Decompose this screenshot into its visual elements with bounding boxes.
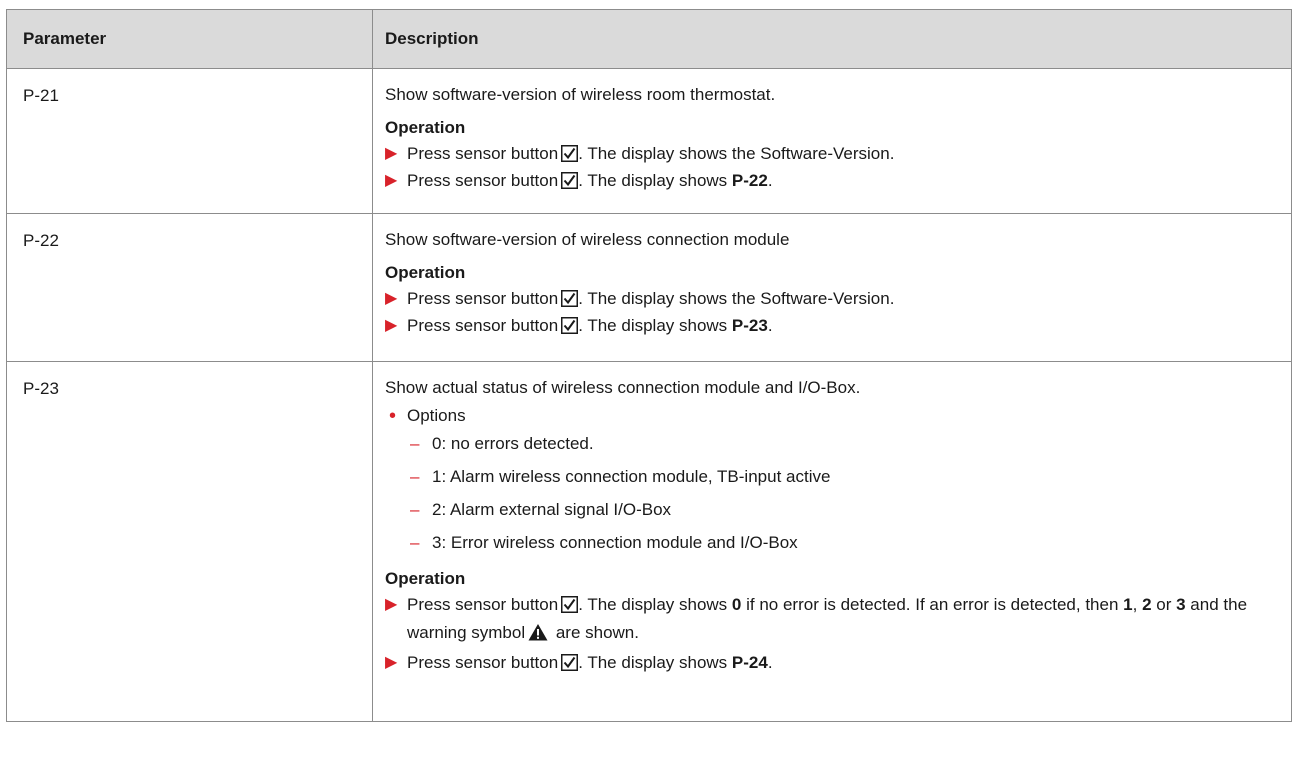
bullet-dot-icon: •	[389, 405, 397, 427]
description-cell: Show software-version of wireless room t…	[372, 68, 1292, 214]
step-text: . The display shows the Software-Version…	[578, 289, 895, 308]
list-item: – 3: Error wireless connection module an…	[410, 532, 1279, 554]
operation-step: ▶ Press sensor button . The display shows…	[385, 288, 1279, 310]
checkbox-checked-icon	[561, 654, 578, 671]
operation-step: ▶ Press sensor button . The display shows…	[385, 594, 1279, 647]
param-cell: P-22	[6, 213, 373, 362]
error-code: 1	[1123, 595, 1133, 614]
header-description: Description	[372, 9, 1292, 69]
option-text: 3: Error wireless connection module and …	[432, 533, 798, 552]
options-list: – 0: no errors detected. – 1: Alarm wire…	[410, 433, 1279, 554]
operation-step: ▶ Press sensor button . The display shows…	[385, 170, 1279, 192]
description-intro: Show actual status of wireless connectio…	[385, 378, 861, 397]
list-item: – 1: Alarm wireless connection module, T…	[410, 466, 1279, 488]
step-text: .	[767, 653, 773, 672]
option-text: 0: no errors detected.	[432, 434, 594, 453]
dash-icon: –	[410, 467, 420, 486]
step-text: . The display shows	[578, 171, 732, 190]
table-row: P-23 Show actual status of wireless conn…	[6, 361, 1292, 722]
error-code: 3	[1176, 595, 1186, 614]
step-text: Press sensor button	[407, 289, 559, 308]
step-text: . The display shows	[578, 595, 732, 614]
step-text: Press sensor button	[407, 653, 559, 672]
table-row: P-22 Show software-version of wireless c…	[6, 213, 1292, 362]
step-text: Press sensor button	[407, 171, 559, 190]
operation-heading: Operation	[385, 263, 466, 282]
step-text: .	[767, 316, 773, 335]
list-item: – 2: Alarm external signal I/O-Box	[410, 499, 1279, 521]
operation-heading: Operation	[385, 118, 466, 137]
warning-triangle-icon	[528, 624, 548, 641]
dash-icon: –	[410, 434, 420, 453]
description-cell: Show software-version of wireless connec…	[372, 213, 1292, 362]
step-text: . The display shows	[578, 653, 732, 672]
step-text: or	[1151, 595, 1177, 614]
checkbox-checked-icon	[561, 172, 578, 189]
operation-step: ▶ Press sensor button . The display shows…	[385, 315, 1279, 337]
checkbox-checked-icon	[561, 596, 578, 613]
parameter-ref: P-23	[731, 316, 768, 335]
triangle-right-icon: ▶	[385, 596, 398, 613]
parameter-ref: P-22	[731, 171, 768, 190]
table-header-row: Parameter Description	[6, 9, 1292, 69]
step-text: are shown.	[551, 623, 639, 642]
checkbox-checked-icon	[561, 145, 578, 162]
operation-step: ▶ Press sensor button . The display shows…	[385, 143, 1279, 165]
param-cell: P-21	[6, 68, 373, 214]
dash-icon: –	[410, 500, 420, 519]
triangle-right-icon: ▶	[385, 172, 398, 189]
triangle-right-icon: ▶	[385, 290, 398, 307]
step-text: Press sensor button	[407, 144, 559, 163]
description-intro: Show software-version of wireless room t…	[385, 85, 776, 104]
bullet-item: • Options	[385, 405, 1279, 427]
table-row: P-21 Show software-version of wireless r…	[6, 68, 1292, 214]
bullet-text: Options	[407, 406, 466, 425]
step-text: if no error is detected. If an error is …	[741, 595, 1124, 614]
triangle-right-icon: ▶	[385, 317, 398, 334]
param-cell: P-23	[6, 361, 373, 722]
triangle-right-icon: ▶	[385, 654, 398, 671]
header-parameter: Parameter	[6, 9, 373, 69]
step-text: Press sensor button	[407, 595, 559, 614]
checkbox-checked-icon	[561, 290, 578, 307]
step-text: ,	[1132, 595, 1143, 614]
step-text: . The display shows the Software-Version…	[578, 144, 895, 163]
operation-step: ▶ Press sensor button . The display shows…	[385, 652, 1279, 674]
option-text: 2: Alarm external signal I/O-Box	[432, 500, 672, 519]
step-text: .	[767, 171, 773, 190]
step-text: Press sensor button	[407, 316, 559, 335]
parameter-ref: P-24	[731, 653, 768, 672]
option-text: 1: Alarm wireless connection module, TB-…	[432, 467, 831, 486]
error-code: 2	[1142, 595, 1152, 614]
checkbox-checked-icon	[561, 317, 578, 334]
step-text: . The display shows	[578, 316, 732, 335]
dash-icon: –	[410, 533, 420, 552]
error-code: 0	[731, 595, 742, 614]
description-cell: Show actual status of wireless connectio…	[372, 361, 1292, 722]
list-item: – 0: no errors detected.	[410, 433, 1279, 455]
operation-heading: Operation	[385, 569, 466, 588]
parameter-table: Parameter Description P-21 Show software…	[6, 9, 1292, 722]
description-intro: Show software-version of wireless connec…	[385, 230, 790, 249]
triangle-right-icon: ▶	[385, 145, 398, 162]
